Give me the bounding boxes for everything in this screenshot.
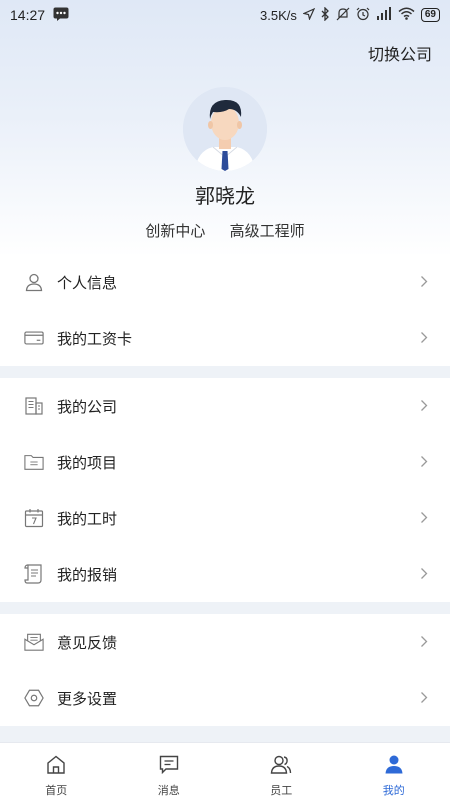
feedback-mail-icon (24, 632, 44, 652)
signal-icon (376, 7, 392, 23)
switch-company-button[interactable]: 切换公司 (368, 41, 432, 65)
people-icon (270, 755, 292, 779)
tab-messages[interactable]: 消息 (113, 743, 226, 800)
menu-label: 我的公司 (57, 398, 118, 416)
user-name: 郭晓龙 (195, 186, 255, 208)
menu-group-work: 我的公司 我的项目 我的工时 我的报销 (0, 378, 450, 602)
battery-indicator: 69 (420, 8, 440, 22)
chevron-right-icon (420, 331, 428, 349)
tab-label: 首页 (45, 785, 68, 797)
chevron-right-icon (420, 455, 428, 473)
chevron-right-icon (420, 511, 428, 529)
menu-item-my-reimbursement[interactable]: 我的报销 (0, 546, 450, 602)
folder-icon (24, 452, 44, 472)
menu-label: 我的项目 (57, 454, 118, 472)
person-icon (24, 272, 44, 292)
bottom-tab-bar: 首页 消息 员工 我的 (0, 742, 450, 800)
alarm-icon (356, 7, 370, 24)
menu-item-my-company[interactable]: 我的公司 (0, 378, 450, 434)
status-time: 14:27 (10, 7, 46, 23)
menu-label: 我的报销 (57, 566, 118, 584)
building-icon (24, 396, 44, 416)
user-position: 创新中心 高级工程师 (0, 220, 450, 241)
settings-hexagon-icon (24, 688, 44, 708)
status-bar: 14:27 3.5K/s 69 (0, 0, 450, 30)
user-department: 创新中心 (145, 223, 206, 240)
avatar[interactable] (183, 87, 267, 171)
user-avatar-icon (183, 87, 267, 171)
home-icon (46, 755, 66, 779)
tab-mine[interactable]: 我的 (338, 743, 450, 800)
menu-item-personal-info[interactable]: 个人信息 (0, 254, 450, 310)
bank-card-icon (24, 328, 44, 348)
mute-icon (336, 7, 350, 24)
wifi-icon (398, 7, 415, 23)
menu-item-feedback[interactable]: 意见反馈 (0, 614, 450, 670)
calendar-icon (24, 508, 44, 528)
tab-label: 员工 (270, 785, 293, 797)
network-speed: 3.5K/s (260, 7, 297, 23)
menu-label: 更多设置 (57, 690, 118, 708)
user-title: 高级工程师 (229, 223, 305, 240)
chevron-right-icon (420, 399, 428, 417)
bluetooth-icon (321, 5, 330, 24)
tab-label: 我的 (382, 785, 405, 797)
tab-home[interactable]: 首页 (0, 743, 113, 800)
chevron-right-icon (420, 691, 428, 709)
tab-staff[interactable]: 员工 (225, 743, 338, 800)
chevron-right-icon (420, 275, 428, 293)
menu-label: 我的工时 (57, 510, 118, 528)
menu-group-personal: 个人信息 我的工资卡 (0, 254, 450, 366)
menu-group-settings: 意见反馈 更多设置 (0, 614, 450, 726)
menu-item-salary-card[interactable]: 我的工资卡 (0, 310, 450, 366)
menu-item-my-hours[interactable]: 我的工时 (0, 490, 450, 546)
message-icon (159, 755, 179, 779)
chevron-right-icon (420, 567, 428, 585)
receipt-icon (24, 564, 44, 584)
user-profile-icon (384, 755, 404, 779)
chevron-right-icon (420, 635, 428, 653)
location-icon (301, 7, 316, 23)
tab-label: 消息 (157, 785, 180, 797)
menu-item-my-project[interactable]: 我的项目 (0, 434, 450, 490)
message-notification-icon (53, 7, 69, 24)
menu-label: 我的工资卡 (57, 330, 133, 348)
menu-label: 个人信息 (57, 274, 118, 292)
menu-label: 意见反馈 (57, 634, 118, 652)
menu-item-more-settings[interactable]: 更多设置 (0, 670, 450, 726)
